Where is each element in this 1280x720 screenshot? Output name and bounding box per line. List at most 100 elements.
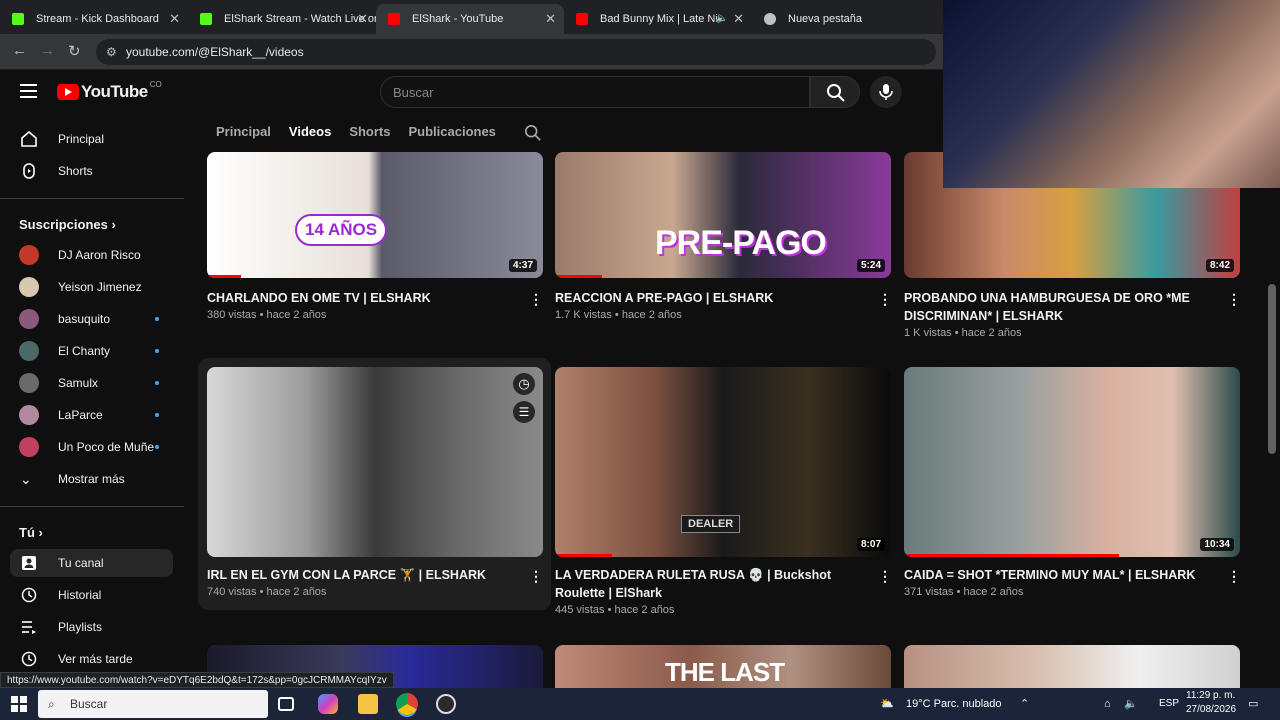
video-title[interactable]: LA VERDADERA RULETA RUSA 💀 | Buckshot Ro… bbox=[555, 566, 873, 602]
copilot-icon[interactable] bbox=[318, 694, 338, 714]
subscription-item[interactable]: basuquito bbox=[10, 305, 173, 333]
watch-progress bbox=[555, 275, 603, 278]
subscription-item[interactable]: DJ Aaron Risco bbox=[10, 241, 173, 269]
video-title[interactable]: CAIDA = SHOT *TERMINO MUY MAL* | ELSHARK bbox=[904, 566, 1214, 584]
account-icon bbox=[22, 556, 36, 570]
browser-tab[interactable]: Bad Bunny Mix | Late Night🔈✕ bbox=[564, 4, 752, 34]
subscriptions-heading[interactable]: Suscripciones › bbox=[19, 217, 116, 232]
subscription-item[interactable]: Samulx bbox=[10, 369, 173, 397]
video-meta: 1.7 K vistas • hace 2 años bbox=[555, 309, 682, 321]
browser-tab-active[interactable]: ElShark - YouTube ✕ bbox=[376, 4, 564, 34]
network-icon[interactable]: ⌂ bbox=[1104, 688, 1111, 720]
forward-icon[interactable]: → bbox=[40, 42, 55, 59]
volume-icon[interactable]: 🔈 bbox=[1124, 688, 1138, 720]
sidebar-item-shorts[interactable]: Shorts bbox=[10, 157, 173, 185]
youtube-logo[interactable]: YouTube CO bbox=[57, 79, 162, 102]
clock-time[interactable]: 11:29 p. m. bbox=[1186, 690, 1235, 701]
video-thumbnail[interactable]: PRE-PAGO 5:24 bbox=[555, 152, 891, 278]
close-icon[interactable]: ✕ bbox=[733, 4, 744, 34]
youtube-icon bbox=[388, 13, 400, 25]
back-icon[interactable]: ← bbox=[12, 42, 27, 59]
tab-shorts[interactable]: Shorts bbox=[349, 124, 390, 142]
video-thumbnail[interactable]: THE LAST bbox=[555, 645, 891, 688]
video-title[interactable]: PROBANDO UNA HAMBURGUESA DE ORO *ME DISC… bbox=[904, 289, 1214, 325]
video-thumbnail[interactable]: 14 AÑOS 4:37 bbox=[207, 152, 543, 278]
weather-icon[interactable]: ⛅ bbox=[880, 688, 894, 720]
thumbnail-text: PRE-PAGO bbox=[655, 224, 827, 262]
subscription-item[interactable]: Yeison Jimenez bbox=[10, 273, 173, 301]
audio-icon[interactable]: 🔈 bbox=[716, 4, 728, 34]
search-icon: ⌕ bbox=[48, 697, 55, 711]
sidebar-item-label: Tu canal bbox=[58, 556, 104, 570]
video-thumbnail[interactable]: DEALER 8:07 bbox=[555, 367, 891, 557]
duration-badge: 8:42 bbox=[1205, 259, 1234, 272]
video-thumbnail[interactable] bbox=[904, 645, 1240, 688]
reload-icon[interactable]: ↻ bbox=[68, 42, 81, 60]
video-title[interactable]: IRL EN EL GYM CON LA PARCE 🏋️ | ELSHARK bbox=[207, 566, 517, 584]
video-meta: 445 vistas • hace 2 años bbox=[555, 604, 675, 616]
sidebar-item-tu-canal[interactable]: Tu canal bbox=[10, 549, 173, 577]
microphone-icon bbox=[879, 84, 893, 100]
close-icon[interactable]: ✕ bbox=[169, 4, 180, 34]
more-options-icon[interactable]: ⋮ bbox=[529, 568, 543, 585]
avatar bbox=[19, 405, 39, 425]
sidebar-item-principal[interactable]: Principal bbox=[10, 125, 173, 153]
voice-search-button[interactable] bbox=[870, 76, 902, 108]
video-title[interactable]: CHARLANDO EN OME TV | ELSHARK bbox=[207, 289, 517, 307]
chrome-icon[interactable] bbox=[396, 693, 418, 715]
browser-tab[interactable]: ElShark Stream - Watch Live on Kick✕ bbox=[188, 4, 376, 34]
browser-tab[interactable]: Nueva pestaña bbox=[752, 4, 902, 34]
tab-title: Stream - Kick Dashboard bbox=[36, 13, 159, 25]
close-icon[interactable]: ✕ bbox=[357, 4, 368, 34]
notifications-icon[interactable]: ▭ bbox=[1248, 688, 1258, 720]
site-info-icon[interactable]: ⚙ bbox=[106, 39, 117, 65]
tray-chevron-icon[interactable]: ⌃ bbox=[1020, 688, 1029, 720]
country-code: CO bbox=[149, 79, 162, 89]
tab-videos[interactable]: Videos bbox=[289, 124, 331, 142]
sidebar-item-label: Shorts bbox=[58, 164, 93, 178]
taskbar-search[interactable]: ⌕ Buscar bbox=[38, 690, 268, 718]
scrollbar[interactable] bbox=[1268, 284, 1276, 454]
language-indicator[interactable]: ESP bbox=[1159, 688, 1179, 720]
chrome-icon bbox=[764, 13, 776, 25]
windows-start-icon[interactable] bbox=[11, 696, 27, 712]
sidebar-item-playlists[interactable]: Playlists bbox=[10, 613, 173, 641]
more-options-icon[interactable]: ⋮ bbox=[529, 291, 543, 308]
subscription-item[interactable]: El Chanty bbox=[10, 337, 173, 365]
subscription-item[interactable]: Un Poco de Muñe bbox=[10, 433, 173, 461]
browser-tab[interactable]: Stream - Kick Dashboard ✕ bbox=[0, 4, 188, 34]
you-heading[interactable]: Tú › bbox=[19, 525, 43, 540]
sidebar-item-ver-mas-tarde[interactable]: Ver más tarde bbox=[10, 645, 173, 673]
file-explorer-icon[interactable] bbox=[358, 694, 378, 714]
search-button[interactable] bbox=[810, 76, 860, 108]
sidebar-item-historial[interactable]: Historial bbox=[10, 581, 173, 609]
divider bbox=[0, 506, 184, 507]
add-to-queue-icon[interactable]: ☰ bbox=[513, 401, 535, 423]
more-options-icon[interactable]: ⋮ bbox=[1227, 568, 1241, 585]
video-title[interactable]: REACCION A PRE-PAGO | ELSHARK bbox=[555, 289, 865, 307]
subscription-item[interactable]: LaParce bbox=[10, 401, 173, 429]
avatar bbox=[19, 373, 39, 393]
search-icon[interactable] bbox=[524, 124, 542, 142]
video-meta: 1 K vistas • hace 2 años bbox=[904, 327, 1022, 339]
taskbar-search-label: Buscar bbox=[70, 697, 108, 711]
more-options-icon[interactable]: ⋮ bbox=[878, 291, 892, 308]
duration-badge: 10:34 bbox=[1200, 538, 1234, 551]
close-icon[interactable]: ✕ bbox=[545, 4, 556, 34]
video-thumbnail[interactable]: 10:34 bbox=[904, 367, 1240, 557]
weather-text[interactable]: 19°C Parc. nublado bbox=[906, 688, 1002, 720]
search-input[interactable] bbox=[393, 77, 809, 107]
subscription-label: Yeison Jimenez bbox=[58, 280, 142, 294]
obs-icon[interactable] bbox=[436, 694, 456, 714]
clock-date[interactable]: 27/08/2026 bbox=[1186, 704, 1236, 715]
tab-publicaciones[interactable]: Publicaciones bbox=[408, 124, 495, 142]
more-options-icon[interactable]: ⋮ bbox=[1227, 291, 1241, 308]
menu-icon[interactable] bbox=[20, 84, 37, 98]
show-more-button[interactable]: ⌄ Mostrar más bbox=[10, 465, 173, 493]
watch-later-icon[interactable]: ◷ bbox=[513, 373, 535, 395]
video-thumbnail[interactable]: ◷ ☰ bbox=[207, 367, 543, 557]
tab-principal[interactable]: Principal bbox=[216, 124, 271, 142]
task-view-icon[interactable] bbox=[278, 697, 294, 711]
url-field[interactable]: ⚙ youtube.com/@ElShark__/videos bbox=[96, 39, 936, 65]
more-options-icon[interactable]: ⋮ bbox=[878, 568, 892, 585]
